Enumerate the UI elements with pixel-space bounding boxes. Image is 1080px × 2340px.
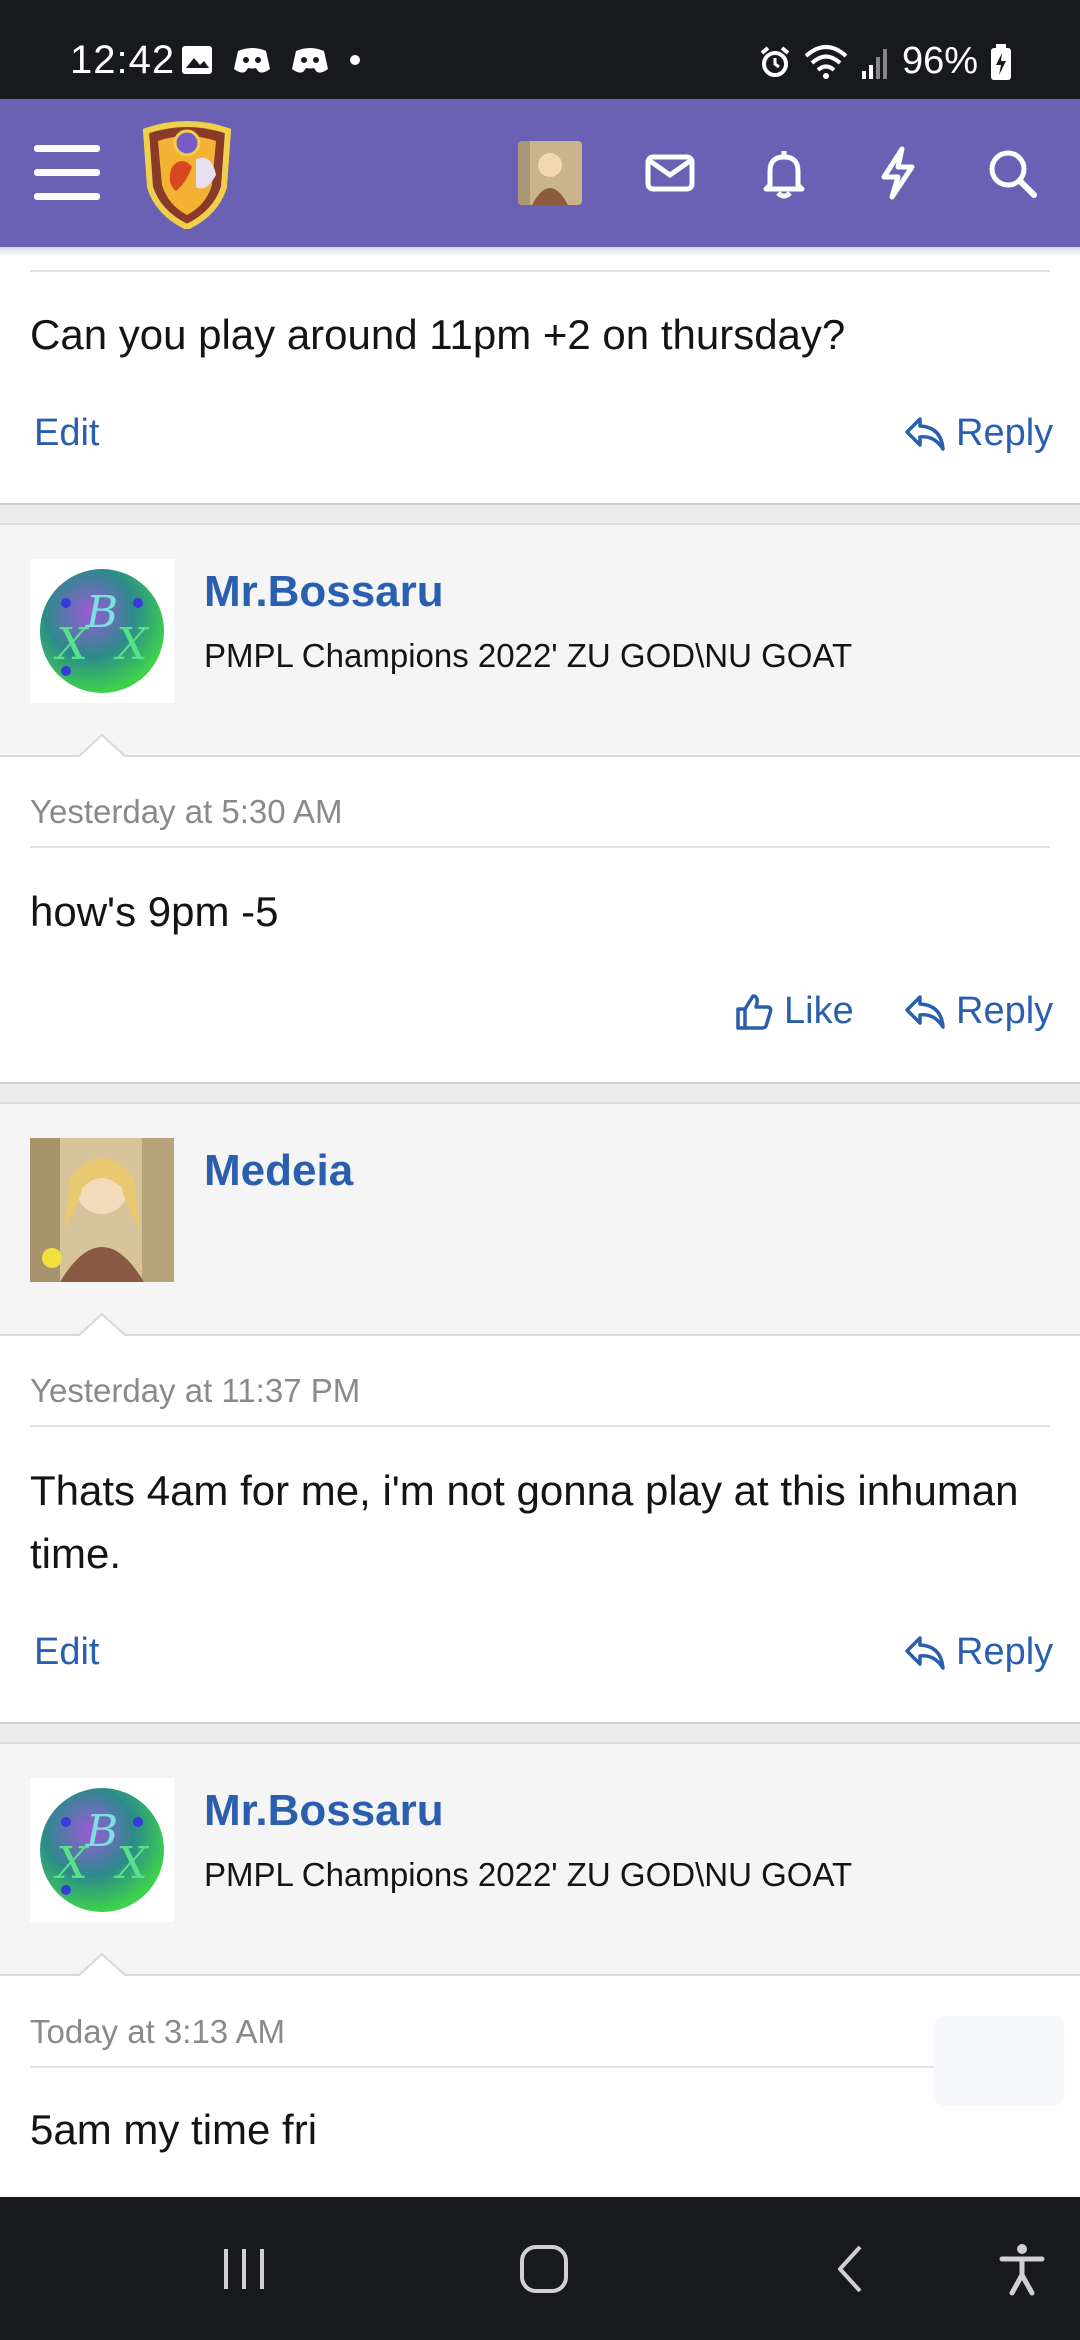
username-link[interactable]: Mr.Bossaru xyxy=(204,567,444,617)
back-icon[interactable] xyxy=(824,2241,880,2297)
post-arrow xyxy=(78,733,126,757)
post-divider xyxy=(30,2066,1050,2068)
site-logo[interactable] xyxy=(136,117,238,229)
svg-text:B: B xyxy=(85,587,118,638)
discord-icon xyxy=(234,48,270,73)
edit-link[interactable]: Edit xyxy=(34,412,99,455)
post-arrow xyxy=(78,1952,126,1976)
image-icon xyxy=(182,46,212,74)
reply-button[interactable]: Reply xyxy=(904,990,1053,1033)
battery-percent: 96% xyxy=(901,40,978,82)
recent-apps-icon[interactable] xyxy=(216,2241,272,2297)
bell-icon[interactable] xyxy=(754,143,814,203)
svg-text:B: B xyxy=(85,1806,118,1857)
post-divider xyxy=(30,270,1050,272)
username-link[interactable]: Mr.Bossaru xyxy=(204,1786,444,1836)
reply-button[interactable]: Reply xyxy=(904,1631,1053,1674)
avatar[interactable]: BXX xyxy=(30,559,174,703)
edit-label: Edit xyxy=(34,412,100,454)
reply-icon xyxy=(905,1635,945,1670)
alarm-icon xyxy=(760,45,790,77)
reply-icon xyxy=(905,416,945,451)
reply-label: Reply xyxy=(956,412,1054,454)
thumbs-up-icon xyxy=(736,993,773,1030)
svg-text:X: X xyxy=(53,619,89,670)
search-icon[interactable] xyxy=(982,143,1042,203)
post-divider xyxy=(30,1425,1050,1427)
post-body: 5am my time fri xyxy=(30,2106,318,2153)
bolt-icon[interactable] xyxy=(868,143,928,203)
edit-label: Edit xyxy=(34,1631,100,1673)
post-user-header: BXX Mr.Bossaru PMPL Champions 2022' ZU G… xyxy=(0,1744,1080,1976)
post-arrow xyxy=(78,1312,126,1336)
post-timestamp[interactable]: Today at 3:13 AM xyxy=(30,2013,285,2051)
notification-icons xyxy=(180,44,362,76)
dot-icon xyxy=(350,55,360,65)
reply-button[interactable]: Reply xyxy=(904,412,1053,455)
reply-label: Reply xyxy=(956,1631,1054,1673)
top-navigation xyxy=(0,99,1080,247)
system-icons: 96% xyxy=(758,40,1012,83)
avatar[interactable]: BXX xyxy=(30,1778,174,1922)
username-link[interactable]: Medeia xyxy=(204,1146,353,1196)
svg-text:X: X xyxy=(53,1838,89,1889)
wifi-icon xyxy=(804,44,848,79)
post-timestamp[interactable]: Yesterday at 5:30 AM xyxy=(30,793,343,831)
accessibility-icon[interactable] xyxy=(994,2241,1050,2297)
post-timestamp[interactable]: Yesterday at 11:37 PM xyxy=(30,1372,360,1410)
like-label: Like xyxy=(784,990,854,1032)
post-user-header: BXX Mr.Bossaru PMPL Champions 2022' ZU G… xyxy=(0,525,1080,757)
user-title: PMPL Champions 2022' ZU GOD\NU GOAT xyxy=(204,1856,853,1893)
user-avatar-thumbnail[interactable] xyxy=(518,141,582,205)
reply-icon xyxy=(905,994,945,1029)
post-separator xyxy=(0,503,1080,525)
edit-link[interactable]: Edit xyxy=(34,1631,99,1674)
avatar[interactable] xyxy=(30,1138,174,1282)
post-divider xyxy=(30,846,1050,848)
post-user-header: Medeia xyxy=(0,1104,1080,1336)
system-navigation-bar xyxy=(0,2197,1080,2340)
like-button[interactable]: Like xyxy=(734,990,854,1033)
inbox-icon[interactable] xyxy=(640,143,700,203)
user-title: PMPL Champions 2022' ZU GOD\NU GOAT xyxy=(204,637,853,674)
post-body: how's 9pm -5 xyxy=(30,888,279,935)
post-separator xyxy=(0,1082,1080,1104)
reply-label: Reply xyxy=(956,990,1054,1032)
home-icon[interactable] xyxy=(516,2241,572,2297)
post-separator xyxy=(0,1722,1080,1744)
status-time: 12:42 xyxy=(70,38,176,82)
svg-text:X: X xyxy=(113,1838,149,1889)
signal-icon xyxy=(861,48,887,79)
svg-text:X: X xyxy=(113,619,149,670)
post-body: Thats 4am for me, i'm not gonna play at … xyxy=(30,1467,1019,1577)
battery-charging-icon xyxy=(991,43,1011,80)
nav-shadow xyxy=(0,247,1080,257)
discord-icon xyxy=(292,48,328,73)
floating-button[interactable] xyxy=(934,2016,1064,2106)
post-body: Can you play around 11pm +2 on thursday? xyxy=(30,311,846,358)
hamburger-icon[interactable] xyxy=(34,145,100,201)
status-bar: 12:42 96% xyxy=(0,0,1080,99)
